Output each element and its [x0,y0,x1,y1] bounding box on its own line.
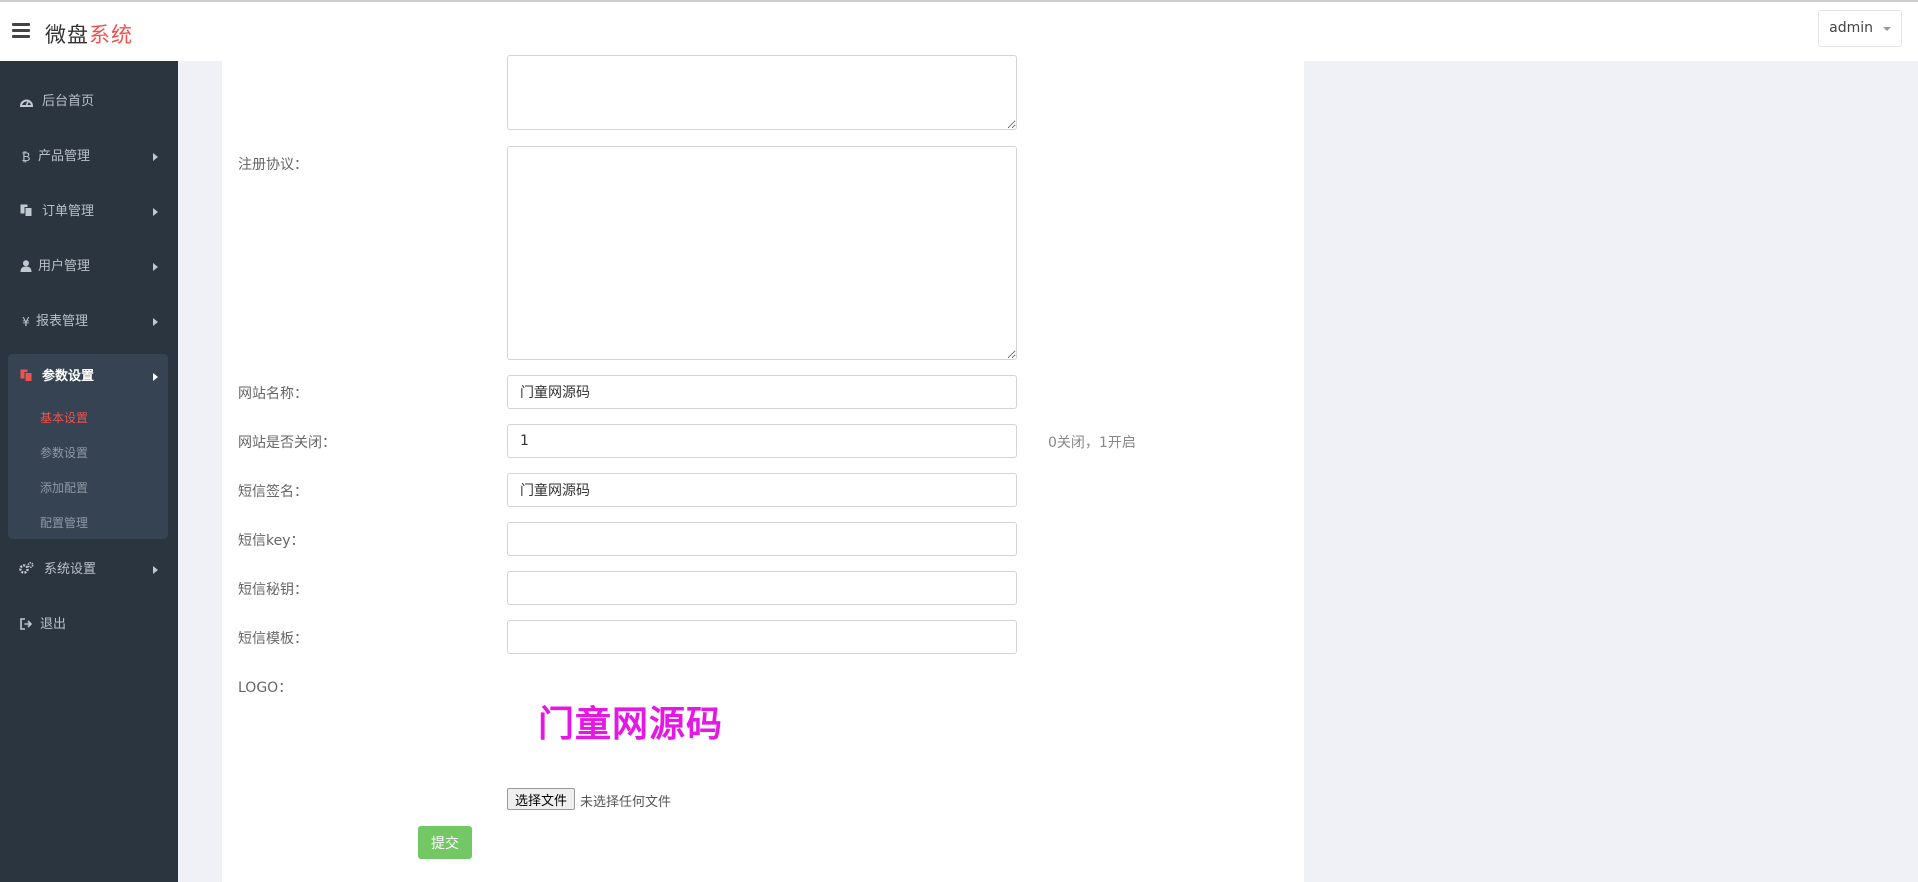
previous-textarea[interactable] [507,55,1017,130]
sidebar-item-users[interactable]: 用户管理 [0,247,178,287]
caret-right-icon [153,263,158,271]
sms-key-label: 短信key： [238,533,305,549]
user-name: admin [1829,20,1873,36]
caret-down-icon [1883,27,1891,31]
register-agreement-textarea[interactable] [507,146,1017,360]
sidebar-item-logout[interactable]: 退出 [0,605,178,645]
caret-right-icon [153,153,158,161]
sms-secret-input[interactable] [507,571,1017,605]
caret-right-icon [153,373,158,381]
sign-out-icon [18,605,34,645]
sidebar-subitem-basic-settings[interactable]: 基本设置 [40,409,88,426]
site-closed-hint: 0关闭，1开启 [1048,435,1136,451]
sms-template-label: 短信模板： [238,631,308,647]
sidebar-item-home[interactable]: 后台首页 [0,82,178,122]
sidebar-subitem-config-manage[interactable]: 配置管理 [40,514,88,531]
register-agreement-label: 注册协议： [238,157,308,173]
sms-template-input[interactable] [507,620,1017,654]
gears-icon [18,550,34,590]
brand-logo: 微盘系统 [45,19,133,49]
site-closed-input[interactable] [507,424,1017,458]
site-name-input[interactable] [507,375,1017,409]
yen-icon: ¥ [22,315,30,329]
choose-file-button[interactable]: 选择文件 [507,788,576,810]
sms-secret-label: 短信秘钥： [238,582,308,598]
sidebar-item-reports[interactable]: ¥ 报表管理 [0,302,178,342]
submit-button[interactable]: 提交 [418,826,472,859]
menu-toggle-icon[interactable] [12,23,30,39]
sidebar-subitem-param-settings[interactable]: 参数设置 [40,444,88,461]
sidebar-item-system-settings[interactable]: 系统设置 [0,550,178,590]
sms-signature-label: 短信签名： [238,484,308,500]
user-menu-dropdown[interactable]: admin [1818,10,1902,47]
sidebar-item-orders[interactable]: 订单管理 [0,192,178,232]
sidebar-item-products[interactable]: ₿ 产品管理 [0,137,178,177]
dashboard-icon [18,82,34,122]
copy-icon [18,357,34,397]
caret-right-icon [153,208,158,216]
user-icon [18,247,34,287]
logo-label: LOGO： [238,680,293,696]
logo-preview-image: 门童网源码 [538,704,724,745]
site-closed-label: 网站是否关闭： [238,435,336,451]
brand-accent: 系统 [89,23,133,47]
top-bar: 微盘系统 admin [0,0,1918,61]
bitcoin-icon: ₿ [21,150,31,164]
brand-main: 微盘 [45,23,89,47]
sidebar-item-params[interactable]: 参数设置 [0,357,178,397]
sidebar: 后台首页 ₿ 产品管理 订单管理 用户管理 ¥ 报表管理 参数设置 基本设置 参… [0,61,178,882]
site-name-label: 网站名称： [238,386,308,402]
sidebar-subitem-add-config[interactable]: 添加配置 [40,479,88,496]
sms-key-input[interactable] [507,522,1017,556]
copy-icon [18,192,34,232]
sms-signature-input[interactable] [507,473,1017,507]
caret-right-icon [153,566,158,574]
caret-right-icon [153,318,158,326]
file-status-text: 未选择任何文件 [580,795,672,810]
